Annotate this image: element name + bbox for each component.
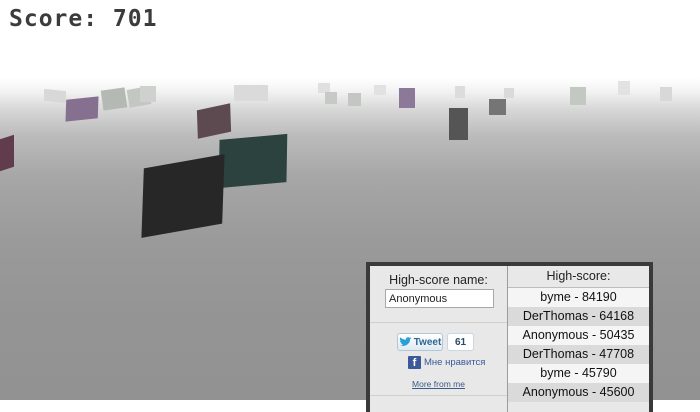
highscore-panel: High-score name: Tweet 61 f Мне нравится… (366, 262, 653, 412)
cube (218, 133, 288, 189)
divider (370, 395, 507, 396)
highscore-row: byme - 45790 (508, 364, 649, 383)
name-label: High-score name: (389, 273, 488, 287)
divider (370, 322, 507, 323)
cube (44, 88, 66, 104)
player-panel: High-score name: Tweet 61 f Мне нравится… (370, 266, 508, 412)
like-label: Мне нравится (424, 356, 486, 368)
cube (570, 87, 586, 105)
highscore-title: High-score: (508, 266, 649, 288)
cube (141, 154, 225, 238)
cube (504, 88, 514, 98)
cube (660, 87, 672, 101)
highscore-row: Anonymous - 50435 (508, 326, 649, 345)
cube (449, 108, 468, 140)
facebook-icon: f (408, 355, 421, 369)
cube (140, 86, 156, 102)
more-from-me-link[interactable]: More from me (370, 379, 507, 389)
score-display: Score: 701 (9, 6, 158, 32)
tweet-label: Tweet (413, 336, 442, 348)
cube (65, 96, 99, 122)
cube (100, 87, 128, 111)
highscore-row: DerThomas - 47708 (508, 345, 649, 364)
cube (618, 81, 630, 95)
cube (399, 88, 415, 108)
cube (0, 134, 14, 174)
cube (234, 85, 268, 101)
cube (455, 86, 465, 98)
facebook-like-button[interactable]: f Мне нравится (408, 354, 485, 370)
tweet-count: 61 (447, 333, 474, 351)
highscore-row: DerThomas - 64168 (508, 307, 649, 326)
cube (348, 93, 361, 106)
name-input[interactable] (385, 289, 494, 308)
highscore-row: byme - 84190 (508, 288, 649, 307)
cube (374, 85, 386, 95)
tweet-button[interactable]: Tweet (397, 333, 443, 351)
cube (325, 92, 337, 104)
twitter-bird-icon (399, 337, 412, 346)
highscore-row: Anonymous - 45600 (508, 383, 649, 402)
cube (196, 103, 232, 139)
cube (489, 99, 506, 115)
highscore-list: High-score: byme - 84190 DerThomas - 641… (508, 266, 649, 412)
